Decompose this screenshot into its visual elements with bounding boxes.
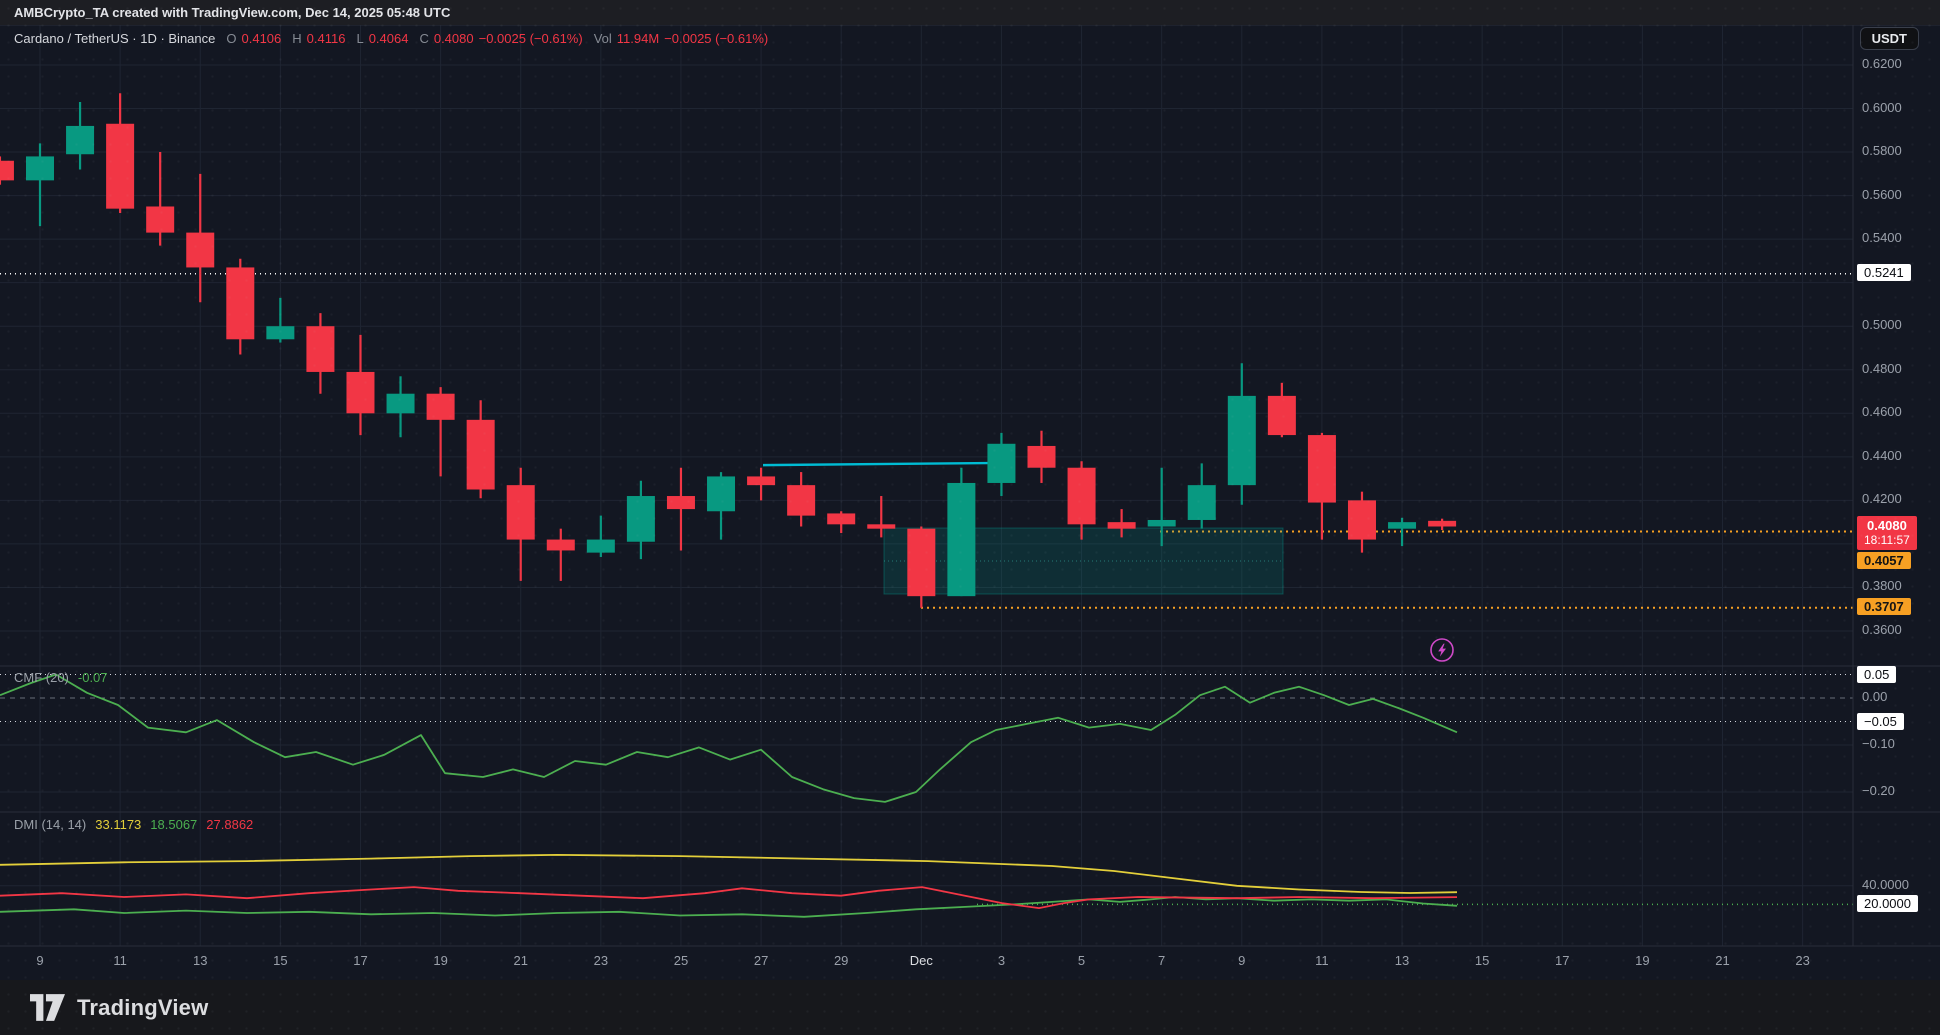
- open-value: 0.4106: [242, 31, 282, 46]
- volume-value: 11.94M: [617, 31, 659, 46]
- cmf-tick: −0.20: [1862, 783, 1895, 798]
- attribution-text: AMBCrypto_TA created with TradingView.co…: [14, 5, 450, 20]
- price-tick: 0.5400: [1862, 230, 1902, 245]
- price-tick: 0.4400: [1862, 448, 1902, 463]
- time-tick: 9: [1221, 953, 1263, 968]
- dmi-adx-value: 33.1173: [95, 817, 141, 832]
- price-tick: 0.3600: [1862, 622, 1902, 637]
- cmf-tick: −0.05: [1857, 713, 1904, 730]
- price-tick: 0.4600: [1862, 404, 1902, 419]
- chart-canvas[interactable]: [0, 0, 1940, 1035]
- dmi-indicator-title[interactable]: DMI (14, 14) 33.1173 18.5067 27.8862: [14, 817, 253, 832]
- open-label: O: [226, 31, 236, 46]
- price-tick: 0.6000: [1862, 100, 1902, 115]
- high-label: H: [292, 31, 301, 46]
- price-tick: 0.5800: [1862, 143, 1902, 158]
- cmf-indicator-title[interactable]: CMF (20) -0.07: [14, 670, 108, 685]
- price-level-label-orange-lower: 0.3707: [1857, 598, 1911, 615]
- close-value: 0.4080: [434, 31, 474, 46]
- dmi-minus-di-value: 27.8862: [206, 817, 253, 832]
- cmf-tick: 0.05: [1857, 666, 1896, 683]
- time-tick: 9: [19, 953, 61, 968]
- dmi-tick: 20.0000: [1857, 895, 1918, 912]
- time-tick: 5: [1061, 953, 1103, 968]
- change-value: −0.0025 (−0.61%): [479, 31, 583, 46]
- dmi-name: DMI (14, 14): [14, 817, 86, 832]
- flash-icon[interactable]: [1427, 635, 1457, 665]
- symbol-title[interactable]: Cardano / TetherUS · 1D · Binance: [14, 31, 215, 46]
- tradingview-wordmark[interactable]: TradingView: [77, 995, 208, 1021]
- time-tick: 17: [1541, 953, 1583, 968]
- price-tick: 0.6200: [1862, 56, 1902, 71]
- time-tick: 21: [1702, 953, 1744, 968]
- price-tick: 0.5000: [1862, 317, 1902, 332]
- time-tick: 21: [500, 953, 542, 968]
- cmf-name: CMF (20): [14, 670, 69, 685]
- time-tick: Dec: [900, 953, 942, 968]
- price-tick: 0.4800: [1862, 361, 1902, 376]
- attribution-bar: AMBCrypto_TA created with TradingView.co…: [0, 0, 1940, 25]
- tradingview-logo-icon[interactable]: [30, 994, 65, 1021]
- time-tick: 19: [1621, 953, 1663, 968]
- price-tick: 0.3800: [1862, 578, 1902, 593]
- price-tick: 0.5600: [1862, 187, 1902, 202]
- last-price-value: 0.4080: [1864, 518, 1910, 533]
- time-tick: 29: [820, 953, 862, 968]
- low-label: L: [356, 31, 363, 46]
- cmf-value: -0.07: [78, 670, 108, 685]
- last-price-label: 0.4080 18:11:57: [1857, 516, 1917, 550]
- cmf-panel: [0, 675, 1853, 802]
- lightning-bolt-icon: [1427, 635, 1457, 665]
- cmf-tick: 0.00: [1862, 689, 1887, 704]
- time-tick: 11: [99, 953, 141, 968]
- close-label: C: [419, 31, 428, 46]
- bar-countdown: 18:11:57: [1864, 533, 1910, 548]
- time-tick: 3: [980, 953, 1022, 968]
- volume-label: Vol: [594, 31, 612, 46]
- footer-bar: TradingView: [0, 980, 1940, 1035]
- change-value-2: −0.0025 (−0.61%): [664, 31, 768, 46]
- symbol-legend: Cardano / TetherUS · 1D · Binance O 0.410…: [14, 31, 768, 46]
- time-tick: 25: [660, 953, 702, 968]
- time-tick: 13: [1381, 953, 1423, 968]
- trendline: [763, 463, 1002, 465]
- time-tick: 15: [1461, 953, 1503, 968]
- price-level-label-white: 0.5241: [1857, 264, 1911, 281]
- currency-toggle-button[interactable]: USDT: [1860, 27, 1919, 50]
- gridlines: [0, 25, 1853, 946]
- price-level-label-orange-upper: 0.4057: [1857, 552, 1911, 569]
- high-value: 0.4116: [307, 31, 346, 46]
- dmi-tick: 40.0000: [1862, 877, 1909, 892]
- time-tick: 17: [339, 953, 381, 968]
- cmf-tick: −0.10: [1862, 736, 1895, 751]
- time-tick: 11: [1301, 953, 1343, 968]
- time-tick: 19: [420, 953, 462, 968]
- price-tick: 0.4200: [1862, 491, 1902, 506]
- zone-box: [884, 528, 1283, 594]
- time-tick: 7: [1141, 953, 1183, 968]
- time-tick: 23: [1782, 953, 1824, 968]
- time-tick: 13: [179, 953, 221, 968]
- tradingview-chart-window: AMBCrypto_TA created with TradingView.co…: [0, 0, 1940, 1035]
- time-tick: 15: [259, 953, 301, 968]
- time-tick: 23: [580, 953, 622, 968]
- low-value: 0.4064: [369, 31, 409, 46]
- time-tick: 27: [740, 953, 782, 968]
- dmi-plus-di-value: 18.5067: [150, 817, 197, 832]
